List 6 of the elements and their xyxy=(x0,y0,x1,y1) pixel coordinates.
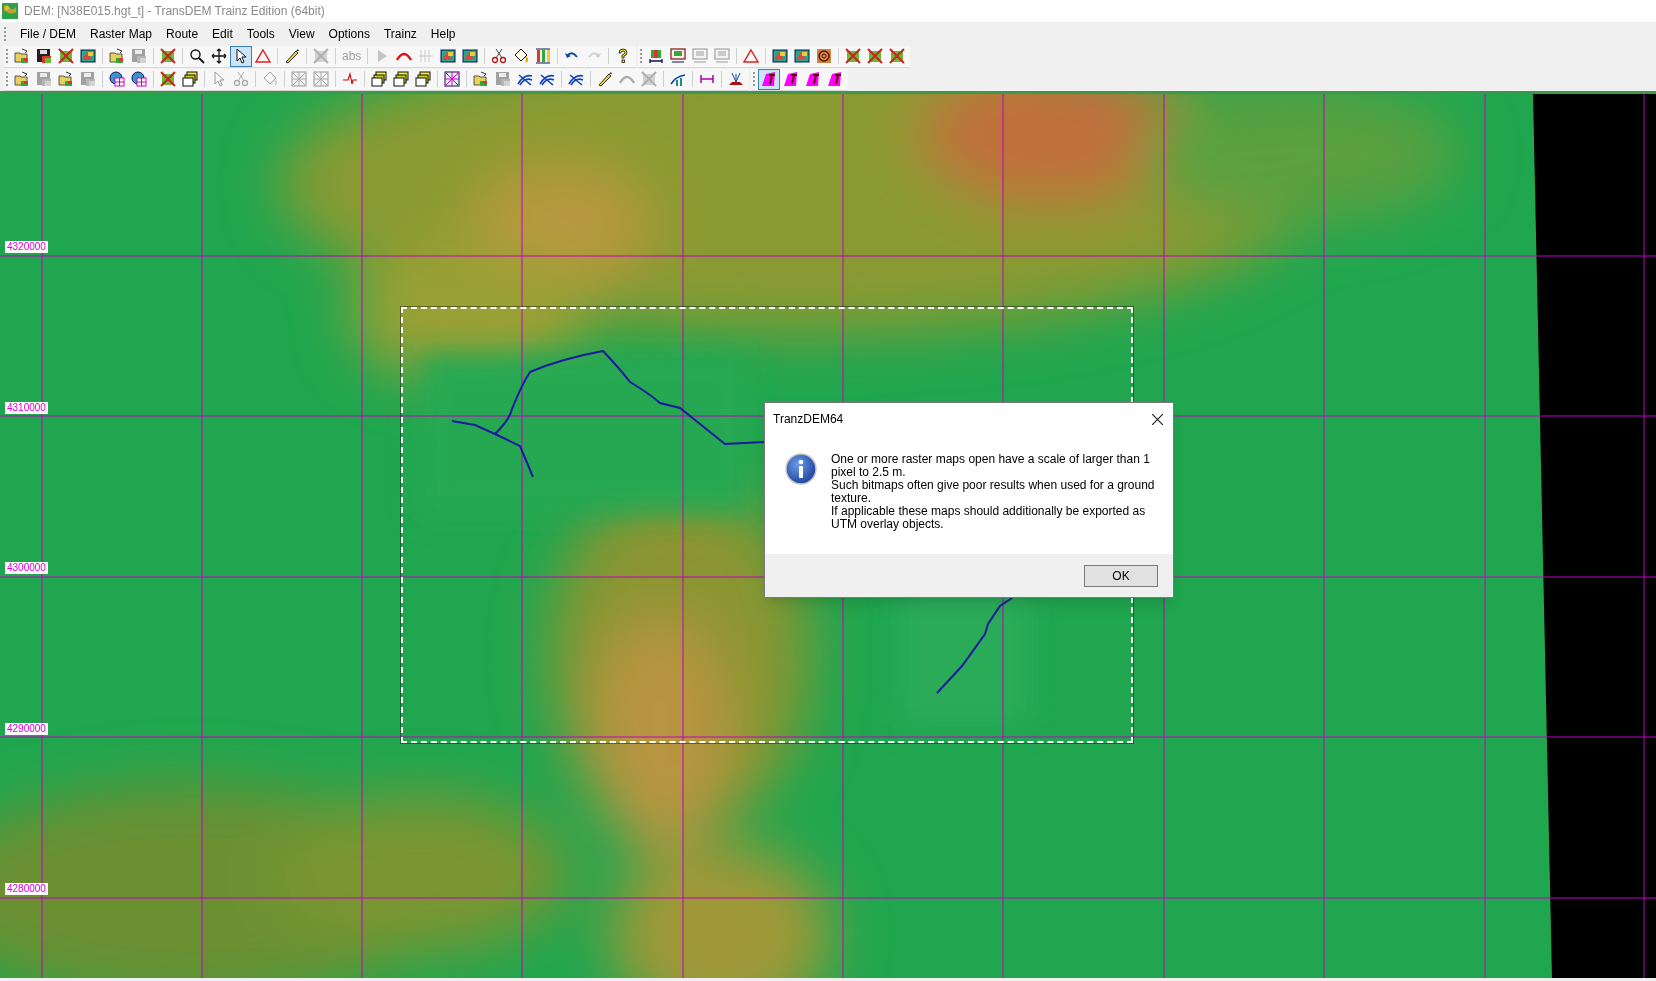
dialog-message: One or more raster maps open have a scale of larger than 1 pixel to 2.5 m. Such bitmaps often give poor results when used for a ground texture. If applicable these maps should additionally be exported as UTM overlay objects. xyxy=(831,453,1156,533)
dialog-title: TranzDEM64 xyxy=(773,411,844,428)
window-title: DEM: [N38E015.hgt_t] - TransDEM Trainz Edition (64bit) xyxy=(24,3,325,20)
grid-coordinate-label: 4320000 xyxy=(5,241,48,253)
grid-coordinate-label: 4300000 xyxy=(5,562,48,574)
grid-coordinate-label: 4280000 xyxy=(5,883,48,895)
